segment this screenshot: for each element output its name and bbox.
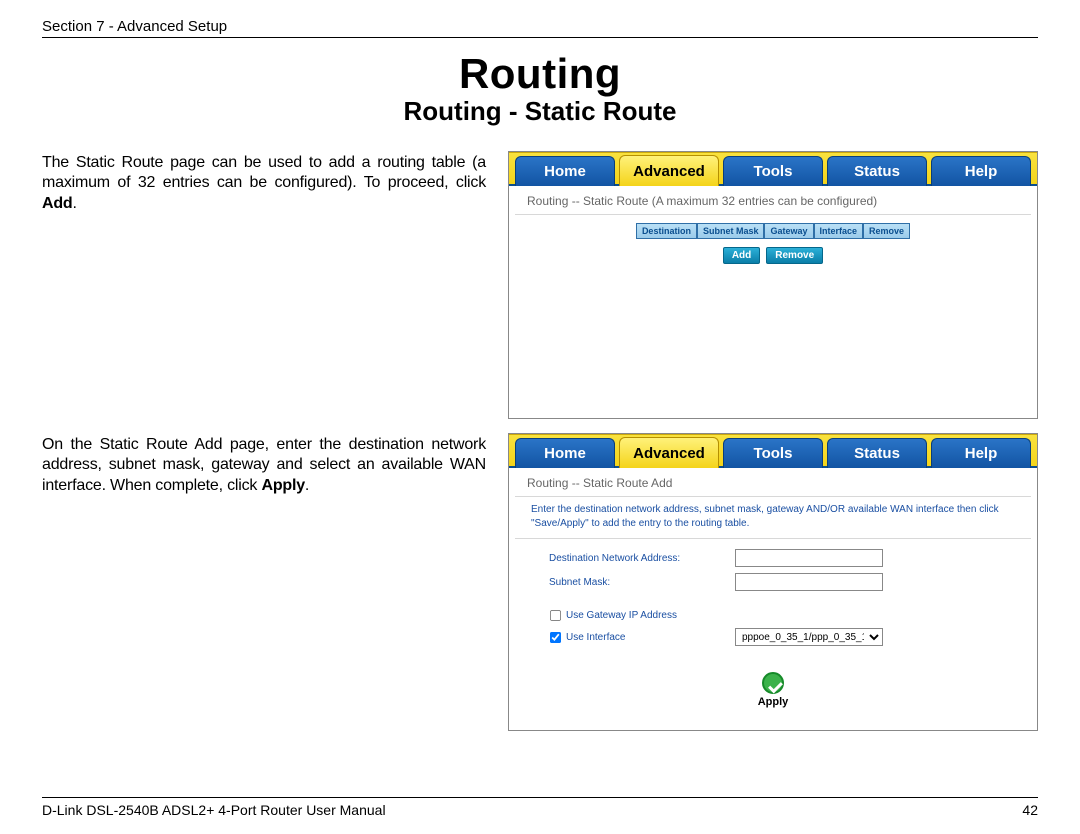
label-use-gateway: Use Gateway IP Address [566,610,677,621]
use-interface-checkbox[interactable] [550,631,561,642]
interface-select[interactable]: pppoe_0_35_1/ppp_0_35_1 [735,628,883,646]
block1-paragraph: The Static Route page can be used to add… [42,151,486,419]
apply-label[interactable]: Apply [758,696,789,708]
block2-text-post: . [305,477,309,494]
section-header: Section 7 - Advanced Setup [42,18,1038,35]
navbar-1: Home Advanced Tools Status Help [509,152,1037,186]
destination-input[interactable] [735,549,883,567]
footer-page: 42 [1022,802,1038,818]
tab-status-2[interactable]: Status [827,438,927,468]
tab-home[interactable]: Home [515,156,615,186]
subnet-mask-input[interactable] [735,573,883,591]
label-destination: Destination Network Address: [549,553,729,564]
tab-advanced[interactable]: Advanced [619,155,719,186]
th-destination: Destination [636,223,697,239]
tab-help[interactable]: Help [931,156,1031,186]
use-gateway-checkbox[interactable] [550,610,561,621]
th-subnet-mask: Subnet Mask [697,223,765,239]
page-title: Routing [42,50,1038,98]
panel1-caption: Routing -- Static Route (A maximum 32 en… [515,186,1031,215]
block1-text-post: . [73,195,77,212]
screenshot-panel-2: Home Advanced Tools Status Help Routing … [508,433,1038,731]
label-subnet-mask: Subnet Mask: [549,577,729,588]
tab-advanced-2[interactable]: Advanced [619,437,719,468]
page-subtitle: Routing - Static Route [42,96,1038,127]
footer: D-Link DSL-2540B ADSL2+ 4-Port Router Us… [42,797,1038,818]
th-remove: Remove [863,223,910,239]
panel1-table-headers: Destination Subnet Mask Gateway Interfac… [509,223,1037,239]
tab-tools-2[interactable]: Tools [723,438,823,468]
block2-bold: Apply [261,477,304,494]
block1-bold: Add [42,195,73,212]
tab-home-2[interactable]: Home [515,438,615,468]
tab-tools[interactable]: Tools [723,156,823,186]
label-use-interface: Use Interface [566,632,625,643]
th-gateway: Gateway [764,223,813,239]
navbar-2: Home Advanced Tools Status Help [509,434,1037,468]
tab-status[interactable]: Status [827,156,927,186]
tab-help-2[interactable]: Help [931,438,1031,468]
block2-paragraph: On the Static Route Add page, enter the … [42,433,486,731]
remove-button[interactable]: Remove [766,247,823,264]
header-rule [42,37,1038,38]
footer-rule [42,797,1038,798]
panel2-caption: Routing -- Static Route Add [515,468,1031,497]
footer-manual: D-Link DSL-2540B ADSL2+ 4-Port Router Us… [42,802,386,818]
add-button[interactable]: Add [723,247,760,264]
panel2-instructions: Enter the destination network address, s… [515,503,1031,539]
apply-icon[interactable] [762,672,784,694]
th-interface: Interface [814,223,864,239]
block1-text-pre: The Static Route page can be used to add… [42,154,486,191]
screenshot-panel-1: Home Advanced Tools Status Help Routing … [508,151,1038,419]
